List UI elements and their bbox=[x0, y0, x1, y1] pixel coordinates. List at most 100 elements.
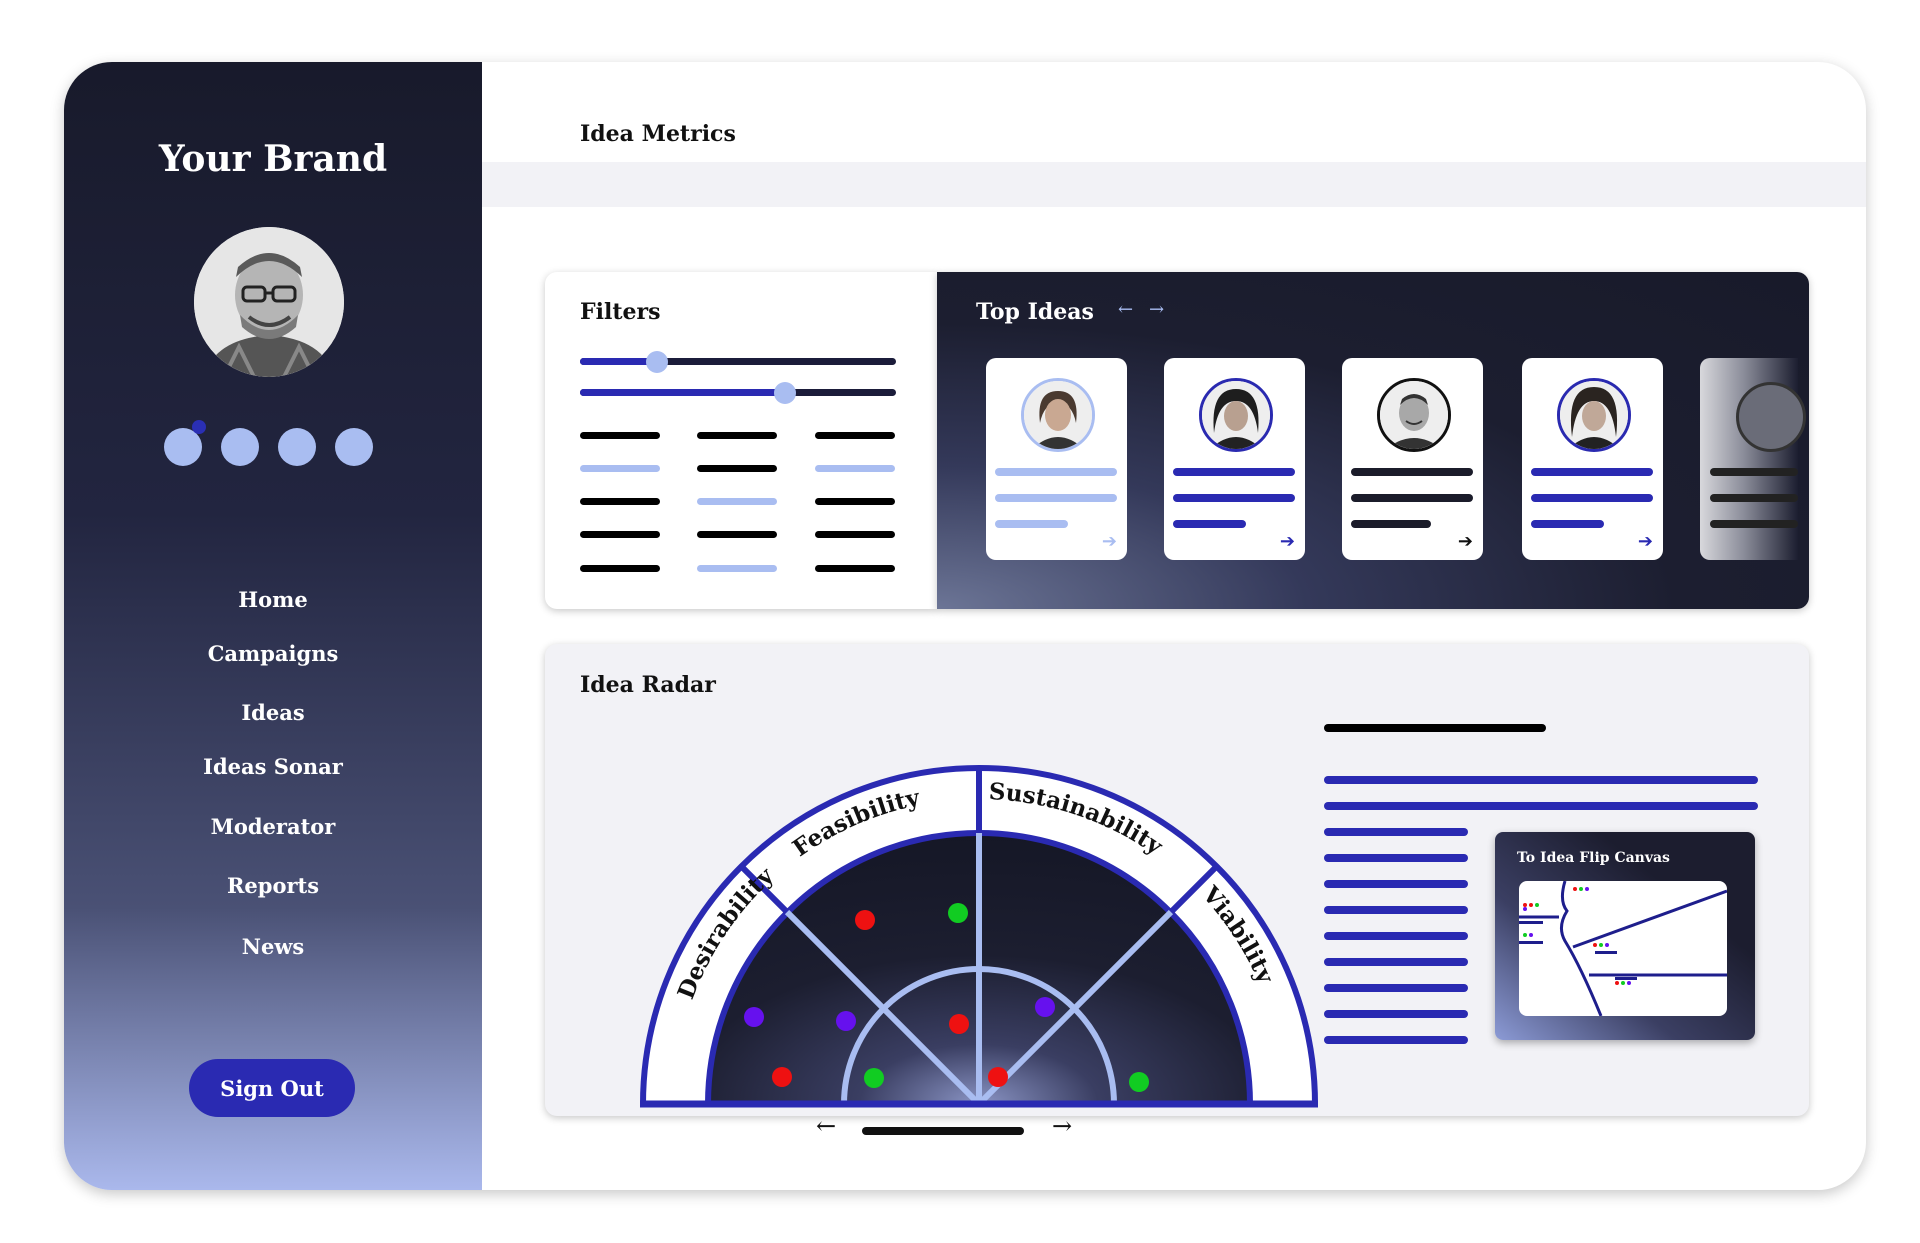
arrow-right-icon[interactable]: ➔ bbox=[1638, 531, 1653, 552]
idea-card[interactable]: ➔ bbox=[1164, 358, 1305, 560]
radar-detail-line bbox=[1324, 828, 1468, 836]
filter-option[interactable] bbox=[697, 432, 777, 439]
idea-text-line bbox=[1710, 494, 1798, 502]
idea-author-avatar bbox=[1377, 378, 1451, 452]
idea-author-avatar bbox=[1199, 378, 1273, 452]
idea-text-line bbox=[1173, 468, 1295, 476]
idea-dot[interactable] bbox=[772, 1067, 792, 1087]
idea-dot[interactable] bbox=[836, 1011, 856, 1031]
filter-option[interactable] bbox=[815, 465, 895, 472]
filter-option[interactable] bbox=[697, 498, 777, 505]
filters-panel: Filters bbox=[545, 272, 937, 609]
radar-detail-line bbox=[1324, 802, 1758, 810]
idea-dot[interactable] bbox=[864, 1068, 884, 1088]
nav-campaigns[interactable]: Campaigns bbox=[64, 641, 482, 666]
idea-dot[interactable] bbox=[949, 1014, 969, 1034]
radar-detail-heading bbox=[1324, 724, 1546, 732]
idea-text-line bbox=[1710, 468, 1798, 476]
nav-home[interactable]: Home bbox=[64, 587, 482, 612]
radar-detail-line bbox=[1324, 984, 1468, 992]
filter-option[interactable] bbox=[580, 565, 660, 572]
sign-out-button[interactable]: Sign Out bbox=[189, 1059, 355, 1117]
user-avatar[interactable] bbox=[194, 227, 344, 377]
filter-slider-handle[interactable] bbox=[646, 351, 668, 373]
radar-pager-bar[interactable] bbox=[862, 1127, 1024, 1135]
header-bar bbox=[482, 162, 1866, 207]
brand-name: Your Brand bbox=[158, 138, 388, 180]
status-dot[interactable] bbox=[221, 428, 259, 466]
idea-author-avatar bbox=[1736, 382, 1806, 452]
status-dot[interactable] bbox=[335, 428, 373, 466]
radar-chart: Desirability Feasibility Sustainability … bbox=[639, 765, 1319, 1108]
idea-card-partial[interactable] bbox=[1700, 358, 1806, 560]
idea-card[interactable]: ➔ bbox=[1342, 358, 1483, 560]
idea-dot[interactable] bbox=[1129, 1072, 1149, 1092]
radar-detail-line bbox=[1324, 854, 1468, 862]
arrow-right-icon[interactable]: → bbox=[1052, 1112, 1072, 1140]
filters-title: Filters bbox=[580, 299, 661, 325]
radar-detail-line bbox=[1324, 776, 1758, 784]
filter-option[interactable] bbox=[580, 465, 660, 472]
radar-detail-line bbox=[1324, 1010, 1468, 1018]
idea-text-line bbox=[1710, 520, 1798, 528]
idea-text-line bbox=[1531, 468, 1653, 476]
status-dot[interactable] bbox=[164, 420, 206, 466]
nav-ideas[interactable]: Ideas bbox=[64, 700, 482, 725]
nav-reports[interactable]: Reports bbox=[64, 873, 482, 898]
idea-author-avatar bbox=[1557, 378, 1631, 452]
idea-text-line bbox=[1351, 520, 1431, 528]
filter-option[interactable] bbox=[815, 498, 895, 505]
idea-text-line bbox=[995, 520, 1068, 528]
filter-option[interactable] bbox=[697, 531, 777, 538]
filter-option[interactable] bbox=[697, 465, 777, 472]
filter-option[interactable] bbox=[815, 565, 895, 572]
radar-detail-line bbox=[1324, 1036, 1468, 1044]
page-title: Idea Metrics bbox=[580, 121, 736, 147]
idea-text-line bbox=[995, 468, 1117, 476]
status-dots bbox=[164, 420, 384, 468]
nav-moderator[interactable]: Moderator bbox=[64, 814, 482, 839]
idea-author-avatar bbox=[1021, 378, 1095, 452]
notification-badge-icon bbox=[192, 420, 206, 434]
filter-option[interactable] bbox=[580, 498, 660, 505]
idea-text-line bbox=[1173, 520, 1246, 528]
idea-dot[interactable] bbox=[1035, 997, 1055, 1017]
idea-text-line bbox=[1351, 494, 1473, 502]
arrow-right-icon[interactable]: ➔ bbox=[1102, 531, 1117, 552]
arrow-right-icon[interactable]: ➔ bbox=[1280, 531, 1295, 552]
radar-detail-line bbox=[1324, 906, 1468, 914]
idea-card[interactable]: ➔ bbox=[1522, 358, 1663, 560]
filter-option[interactable] bbox=[815, 531, 895, 538]
idea-card[interactable]: ➔ bbox=[986, 358, 1127, 560]
radar-detail-line bbox=[1324, 958, 1468, 966]
idea-text-line bbox=[1531, 494, 1653, 502]
idea-flip-canvas-link[interactable]: To Idea Flip Canvas bbox=[1495, 832, 1755, 1040]
arrow-left-icon[interactable]: ← bbox=[816, 1112, 836, 1140]
top-ideas-title: Top Ideas bbox=[976, 299, 1094, 325]
nav-news[interactable]: News bbox=[64, 934, 482, 959]
sidebar: Your Brand Home Campaigns Ideas Ideas So… bbox=[64, 62, 482, 1190]
idea-dot[interactable] bbox=[744, 1007, 764, 1027]
idea-text-line bbox=[995, 494, 1117, 502]
filter-option[interactable] bbox=[580, 531, 660, 538]
filter-option[interactable] bbox=[580, 432, 660, 439]
idea-dot[interactable] bbox=[988, 1067, 1008, 1087]
filter-slider-handle[interactable] bbox=[774, 382, 796, 404]
radar-detail-line bbox=[1324, 932, 1468, 940]
arrow-right-icon[interactable]: ➔ bbox=[1458, 531, 1473, 552]
filter-slider-fill bbox=[580, 389, 786, 396]
app-window: Your Brand Home Campaigns Ideas Ideas So… bbox=[64, 62, 1866, 1190]
canvas-preview bbox=[1519, 881, 1727, 1016]
arrow-left-icon[interactable]: ← bbox=[1118, 299, 1133, 320]
nav-ideas-sonar[interactable]: Ideas Sonar bbox=[64, 754, 482, 779]
idea-text-line bbox=[1173, 494, 1295, 502]
filter-option[interactable] bbox=[815, 432, 895, 439]
idea-text-line bbox=[1351, 468, 1473, 476]
idea-dot[interactable] bbox=[855, 910, 875, 930]
idea-dot[interactable] bbox=[948, 903, 968, 923]
canvas-link-title: To Idea Flip Canvas bbox=[1517, 850, 1670, 866]
radar-detail-line bbox=[1324, 880, 1468, 888]
filter-option[interactable] bbox=[697, 565, 777, 572]
arrow-right-icon[interactable]: → bbox=[1149, 299, 1164, 320]
status-dot[interactable] bbox=[278, 428, 316, 466]
